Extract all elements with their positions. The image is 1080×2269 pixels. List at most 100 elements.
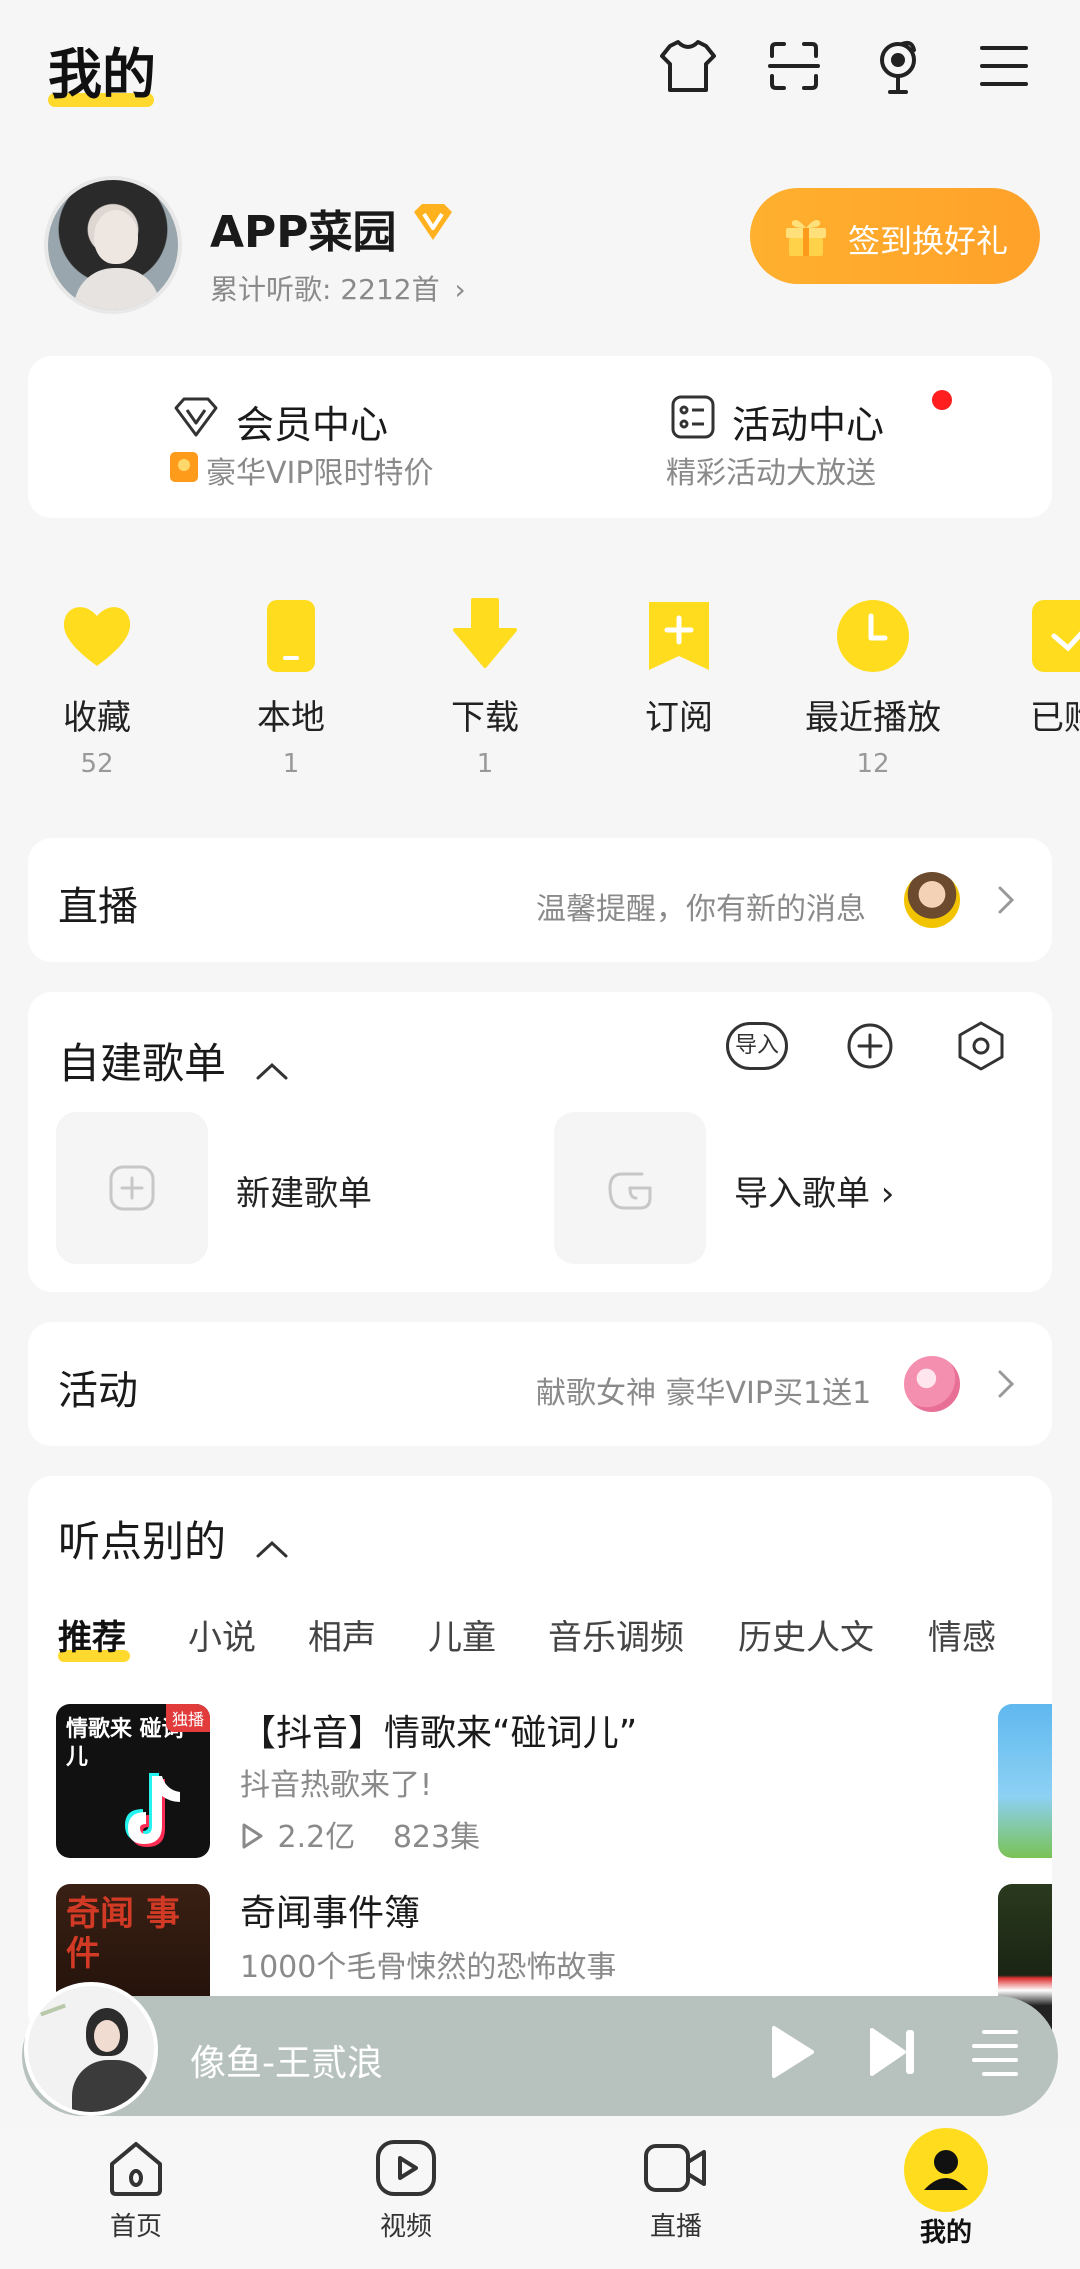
activity-hint: 献歌女神 豪华VIP买1送1 [536, 1376, 872, 1411]
listen-header[interactable]: 听点别的 [58, 1508, 289, 1569]
item-title: 【抖音】情歌来“碰词儿” [240, 1713, 638, 1754]
next-icon[interactable] [868, 2026, 918, 2078]
skin-icon[interactable] [656, 34, 720, 98]
mic-icon[interactable] [866, 34, 930, 98]
activity-thumb [904, 1356, 960, 1412]
activity-center-sub: 精彩活动大放送 [666, 456, 876, 491]
tab-recommend[interactable]: 推荐 [58, 1610, 126, 1659]
diamond-icon [172, 396, 220, 438]
member-card: 会员中心 豪华VIP限时特价 活动中心 精彩活动大放送 [28, 356, 1052, 518]
live-title: 直播 [58, 884, 138, 930]
new-playlist-label[interactable]: 新建歌单 [236, 1166, 372, 1215]
quick-subscribe[interactable]: 订阅 [584, 596, 774, 749]
item-stats: 2.2亿 823集 [240, 1812, 480, 1858]
home-icon [104, 2136, 168, 2200]
cover-text: 奇闻 事件 [66, 1894, 180, 1974]
quick-recent[interactable]: 最近播放 12 [778, 596, 968, 779]
play-icon [240, 1822, 264, 1858]
video-icon [374, 2136, 438, 2200]
peek-cover [998, 1704, 1052, 1858]
playlist-header[interactable]: 自建歌单 [58, 1030, 289, 1091]
new-playlist-tile[interactable] [56, 1112, 208, 1264]
activity-center[interactable]: 活动中心 精彩活动大放送 [666, 390, 970, 491]
import-playlist-label[interactable]: 导入歌单 › [734, 1166, 894, 1215]
mini-player[interactable] [22, 1996, 1058, 2116]
download-icon [445, 596, 525, 676]
listen-count[interactable]: 累计听歌: 2212首 › [210, 268, 466, 308]
tiktok-icon [118, 1770, 198, 1854]
exclusive-tag: 独播 [165, 1704, 210, 1732]
player-cover[interactable] [24, 1982, 158, 2116]
add-circle-icon[interactable] [846, 1022, 894, 1070]
live-row[interactable]: 直播 温馨提醒，你有新的消息 [28, 838, 1052, 962]
menu-icon[interactable] [972, 34, 1036, 98]
quick-local[interactable]: 本地 1 [196, 596, 386, 779]
quick-label: 订阅 [645, 698, 713, 738]
checkin-label: 签到换好礼 [848, 222, 1009, 260]
tab-children[interactable]: 儿童 [428, 1610, 496, 1659]
nav-label: 我的 [919, 2218, 972, 2248]
quick-purchased[interactable]: 已购 [972, 596, 1080, 749]
tab-emotion[interactable]: 情感 [928, 1610, 996, 1659]
quick-label: 本地 [257, 698, 325, 738]
nav-label: 首页 [109, 2212, 162, 2242]
chevron-right-icon: › [454, 273, 466, 306]
quick-label: 已购 [1030, 698, 1080, 738]
vip-center-sub: 豪华VIP限时特价 [206, 456, 434, 491]
import-badge-label: 导入 [734, 1033, 779, 1058]
playlist-card: 自建歌单 导入 新建歌单 导入歌单 › [28, 992, 1052, 1292]
coupon-icon [170, 452, 198, 482]
cover-face [94, 2020, 120, 2052]
playlist-icon[interactable] [970, 2026, 1020, 2078]
vip-badge-icon[interactable] [410, 202, 456, 242]
avatar[interactable] [44, 176, 182, 314]
nav-live[interactable]: 直播 [596, 2136, 756, 2243]
tab-music-radio[interactable]: 音乐调频 [548, 1610, 684, 1659]
bookmark-plus-icon [639, 596, 719, 676]
quick-label: 最近播放 [805, 698, 941, 738]
item-plays: 2.2亿 [277, 1820, 356, 1855]
chevron-up-icon [255, 1042, 289, 1091]
tab-crosstalk[interactable]: 相声 [308, 1610, 376, 1659]
nav-mine[interactable]: 我的 [866, 2128, 1026, 2249]
vip-center[interactable]: 会员中心 豪华VIP限时特价 [170, 390, 472, 491]
playlist-title: 自建歌单 [58, 1039, 227, 1088]
checkin-button[interactable]: 签到换好礼 [750, 188, 1040, 284]
item-cover: 情歌来 碰词儿 独播 [56, 1704, 210, 1858]
chevron-right-icon [996, 884, 1016, 916]
heart-icon [57, 596, 137, 676]
live-hint: 温馨提醒，你有新的消息 [536, 892, 866, 927]
quick-favorites[interactable]: 收藏 52 [2, 596, 192, 779]
scan-icon[interactable] [762, 34, 826, 98]
activity-center-title: 活动中心 [732, 403, 885, 447]
item-episodes: 823集 [392, 1820, 481, 1855]
import-badge-button[interactable]: 导入 [726, 1022, 788, 1070]
settings-hex-icon[interactable] [956, 1020, 1006, 1072]
nav-video[interactable]: 视频 [326, 2136, 486, 2243]
nav-label: 视频 [379, 2212, 432, 2242]
bottom-nav: 首页 视频 直播 我的 [0, 2128, 1080, 2269]
check-icon [1032, 596, 1080, 676]
list-item[interactable]: 情歌来 碰词儿 独播 【抖音】情歌来“碰词儿” 抖音热歌来了! 2.2亿 823… [28, 1704, 1052, 1864]
listen-title: 听点别的 [58, 1517, 227, 1566]
live-avatar [904, 872, 960, 928]
camera-icon [644, 2136, 708, 2200]
tab-novel[interactable]: 小说 [188, 1610, 256, 1659]
user-name[interactable]: APP菜园 [210, 196, 397, 260]
page-title-text: 我的 [48, 43, 156, 106]
nav-home[interactable]: 首页 [56, 2136, 216, 2243]
gift-icon [782, 212, 830, 260]
play-icon[interactable] [768, 2024, 816, 2080]
tab-history[interactable]: 历史人文 [738, 1610, 874, 1659]
quick-label: 下载 [451, 698, 519, 738]
plus-square-icon [108, 1164, 156, 1212]
nav-label: 直播 [649, 2212, 702, 2242]
avatar-body [74, 268, 160, 310]
quick-count: 12 [856, 749, 890, 779]
item-desc: 1000个毛骨悚然的恐怖故事 [240, 1950, 617, 1985]
import-playlist-tile[interactable] [554, 1112, 706, 1264]
player-song-title[interactable]: 像鱼-王贰浪 [190, 2034, 383, 2086]
activity-title: 活动 [58, 1368, 138, 1414]
activity-row[interactable]: 活动 献歌女神 豪华VIP买1送1 [28, 1322, 1052, 1446]
quick-download[interactable]: 下载 1 [390, 596, 580, 779]
